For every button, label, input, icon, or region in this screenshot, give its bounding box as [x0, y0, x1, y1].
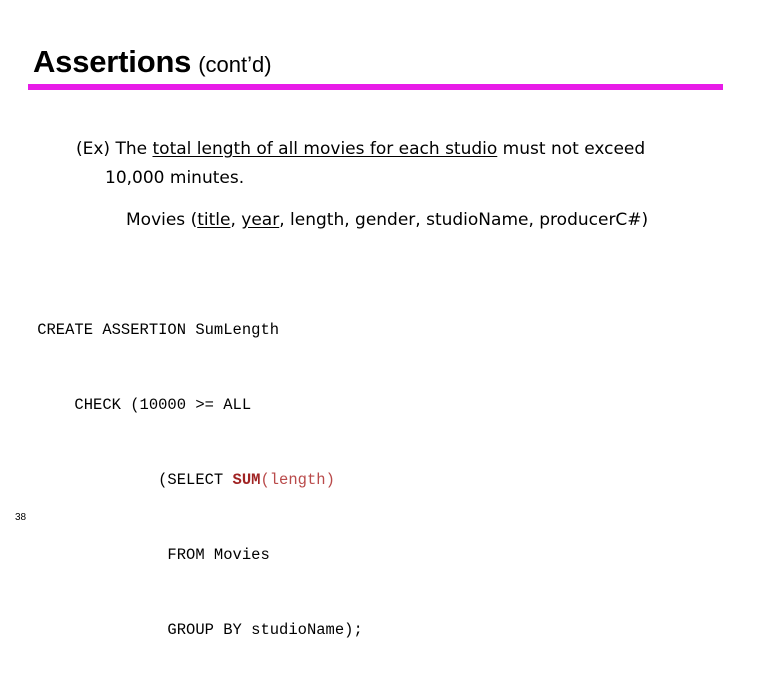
example-statement-line-1: (Ex) The total length of all movies for …	[76, 139, 646, 159]
example-prefix-text: (Ex) The	[76, 139, 153, 159]
schema-key-attribute-year: year	[241, 210, 280, 230]
slide-title: Assertions (cont’d)	[33, 46, 272, 77]
sql-line-create-assertion: CREATE ASSERTION SumLength	[0, 321, 280, 339]
sql-line-from: FROM Movies	[0, 546, 270, 564]
title-underline-rule	[28, 84, 723, 90]
schema-relation-name: Movies (	[126, 210, 198, 230]
sql-line-group-by: GROUP BY studioName);	[0, 621, 363, 639]
example-underlined-phrase: total length of all movies for each stud…	[152, 139, 498, 159]
schema-remaining-attributes: , length, gender, studioName, producerC#…	[279, 210, 649, 230]
sql-sum-argument: (length)	[260, 471, 335, 489]
sql-line-check: CHECK (10000 >= ALL	[0, 396, 252, 414]
slide-title-main: Assertions	[33, 44, 192, 79]
example-statement-line-2: 10,000 minutes.	[105, 168, 245, 188]
slide: Assertions (cont’d) (Ex) The total length…	[0, 0, 780, 639]
sql-line-select: (SELECT SUM(length)	[0, 468, 780, 493]
page-number: 38	[15, 512, 27, 523]
example-suffix-text: must not exceed	[497, 139, 646, 159]
relation-schema: Movies (title, year, length, gender, stu…	[126, 210, 649, 230]
schema-separator: ,	[230, 210, 242, 230]
sql-code-block: CREATE ASSERTION SumLength CHECK (10000 …	[0, 268, 780, 693]
sql-sum-function: SUM	[232, 471, 261, 489]
slide-title-sub: (cont’d)	[198, 52, 272, 77]
sql-select-keyword: (SELECT	[0, 471, 233, 489]
schema-key-attribute-title: title	[197, 210, 231, 230]
